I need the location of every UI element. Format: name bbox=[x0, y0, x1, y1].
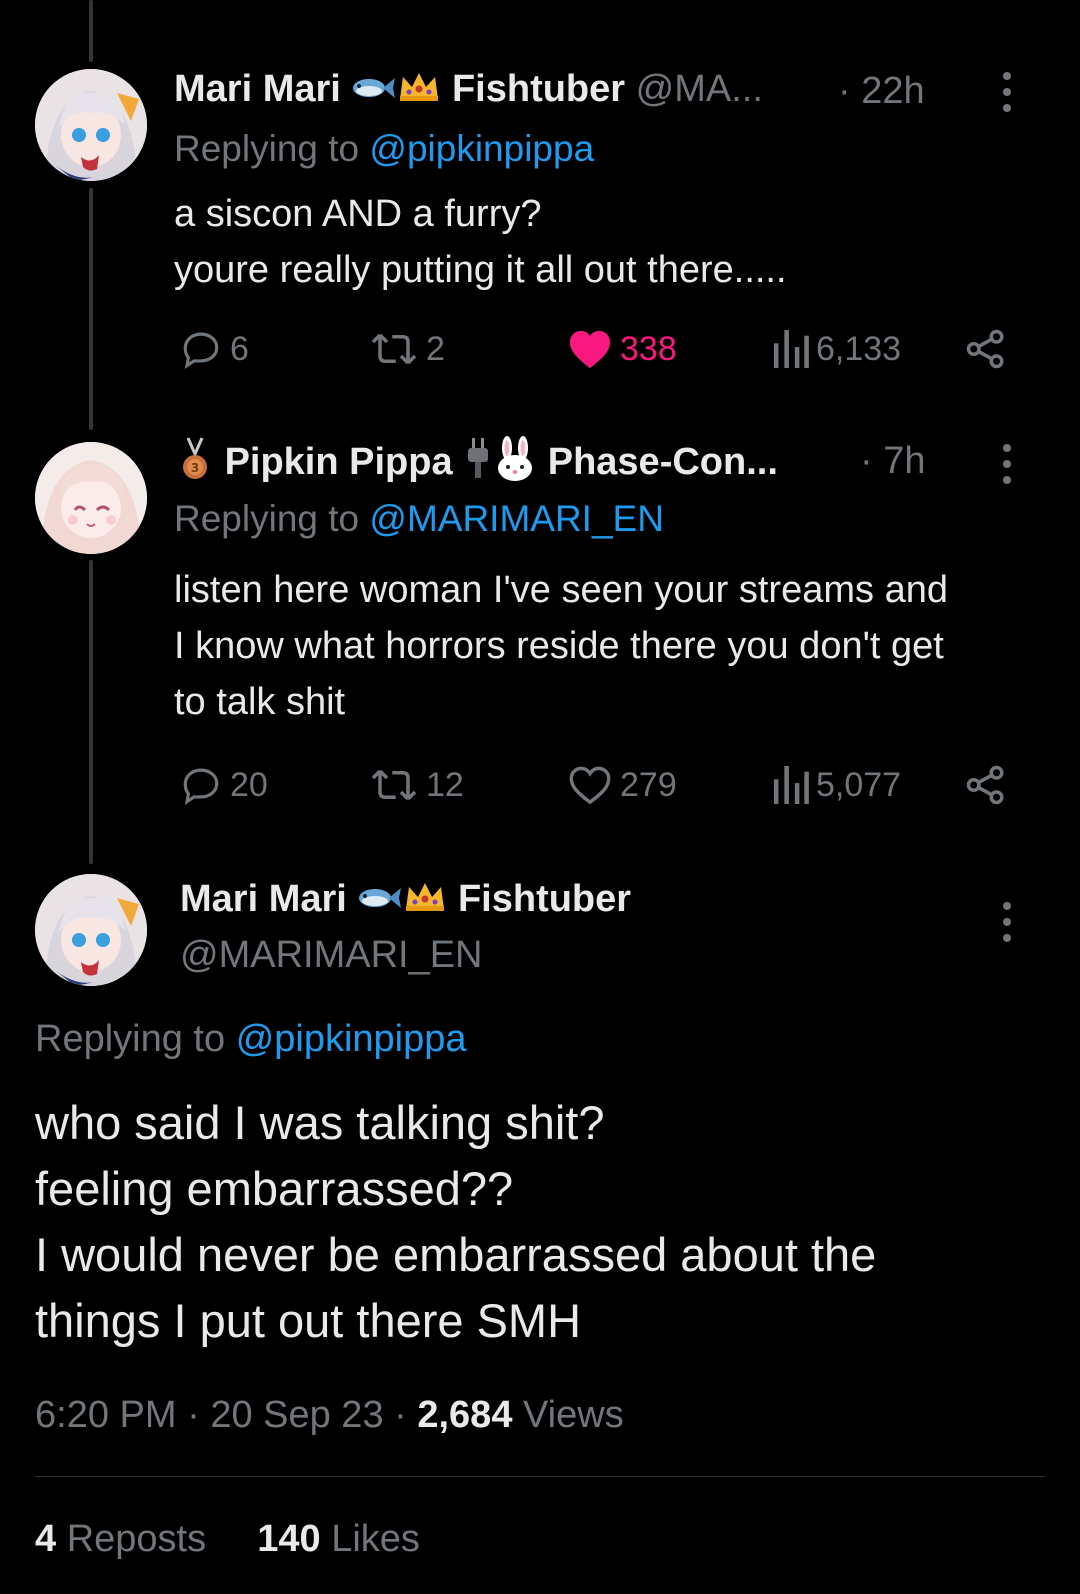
avatar[interactable] bbox=[35, 69, 147, 181]
avatar-image bbox=[35, 874, 147, 986]
heart-filled-icon bbox=[569, 330, 611, 369]
like-count: 338 bbox=[620, 329, 677, 368]
thread-line-1 bbox=[89, 188, 93, 430]
rabbit-icon bbox=[493, 436, 537, 492]
views-icon bbox=[773, 330, 809, 368]
replying-prefix: Replying to bbox=[174, 128, 360, 169]
share-button[interactable] bbox=[964, 328, 1008, 370]
thread-line-2 bbox=[89, 560, 93, 864]
post-time[interactable]: 6:20 PM bbox=[35, 1394, 177, 1436]
main-author[interactable]: Mari Mari Fishtuber bbox=[180, 878, 631, 923]
replying-prefix: Replying to bbox=[35, 1018, 226, 1060]
tweet-text-line: youre really putting it all out there...… bbox=[174, 249, 787, 291]
reposts-stat[interactable]: 4 Reposts bbox=[35, 1518, 217, 1560]
likes-count: 140 bbox=[257, 1518, 321, 1560]
reply-button[interactable]: 6 bbox=[178, 328, 249, 370]
display-name[interactable]: Mari Mari bbox=[174, 68, 341, 110]
tweet-text-line: listen here woman I've seen your streams… bbox=[174, 569, 948, 611]
mention-link[interactable]: @pipkinpippa bbox=[236, 1018, 467, 1060]
medal-icon: 3 bbox=[176, 436, 214, 492]
share-icon bbox=[966, 765, 1004, 805]
tweet-text-line: I would never be embarrassed about the bbox=[35, 1228, 877, 1281]
tweet-text-line: who said I was talking shit? bbox=[35, 1096, 605, 1149]
handle[interactable]: @MARIMARI_EN bbox=[180, 934, 483, 977]
thread-line-top bbox=[89, 0, 93, 62]
reply-icon bbox=[183, 332, 219, 370]
views-count: 2,684 bbox=[417, 1394, 513, 1436]
svg-text:3: 3 bbox=[191, 461, 199, 475]
tweet-text: listen here woman I've seen your streams… bbox=[174, 562, 948, 730]
more-options-icon[interactable] bbox=[1000, 444, 1014, 484]
post-date[interactable]: 20 Sep 23 bbox=[210, 1394, 383, 1436]
display-name[interactable]: Pipkin Pippa bbox=[225, 441, 453, 483]
replying-to: Replying to @pipkinpippa bbox=[174, 128, 594, 170]
tweet-text-line: feeling embarrassed?? bbox=[35, 1162, 514, 1215]
plug-icon bbox=[463, 436, 493, 492]
views-button[interactable]: 5,077 bbox=[772, 764, 901, 806]
repost-count: 12 bbox=[426, 765, 464, 804]
tweet-text-line: things I put out there SMH bbox=[35, 1294, 582, 1347]
replying-to: Replying to @pipkinpippa bbox=[35, 1018, 467, 1061]
more-options-icon[interactable] bbox=[1000, 902, 1014, 942]
tweet-text: a siscon AND a furry? youre really putti… bbox=[174, 186, 787, 298]
views-button[interactable]: 6,133 bbox=[772, 328, 901, 370]
name-suffix[interactable]: Phase-Con... bbox=[548, 441, 778, 483]
fish-icon bbox=[357, 879, 403, 922]
tweet-2-author[interactable]: 3 Pipkin Pippa Phase-Con... bbox=[176, 436, 778, 492]
views-icon bbox=[773, 766, 809, 804]
tweet-1-author[interactable]: Mari Mari Fishtuber @MA... bbox=[174, 68, 763, 113]
repost-button[interactable]: 2 bbox=[368, 328, 445, 370]
reply-icon bbox=[183, 768, 219, 806]
tweet-text-line: I know what horrors reside there you don… bbox=[174, 625, 944, 667]
handle[interactable]: @MA... bbox=[636, 68, 763, 110]
divider bbox=[35, 1476, 1045, 1477]
crown-icon bbox=[403, 879, 447, 923]
avatar-image bbox=[35, 69, 147, 181]
engagement-summary: 4 Reposts 140 Likes bbox=[35, 1518, 420, 1561]
tweet-text-line: a siscon AND a furry? bbox=[174, 193, 542, 235]
timestamp[interactable]: · 7h bbox=[860, 440, 925, 483]
more-options-icon[interactable] bbox=[1000, 72, 1014, 112]
replying-to: Replying to @MARIMARI_EN bbox=[174, 498, 664, 540]
views-label: Views bbox=[523, 1394, 624, 1436]
repost-icon bbox=[371, 333, 417, 365]
reply-button[interactable]: 20 bbox=[178, 764, 268, 806]
tweet-text-line: to talk shit bbox=[174, 681, 346, 723]
share-button[interactable] bbox=[964, 764, 1008, 806]
reposts-count: 4 bbox=[35, 1518, 57, 1560]
avatar[interactable] bbox=[35, 874, 147, 986]
repost-button[interactable]: 12 bbox=[368, 764, 464, 806]
tweet-meta: 6:20 PM · 20 Sep 23 · 2,684 Views bbox=[35, 1394, 624, 1436]
heart-icon bbox=[569, 766, 611, 805]
reply-count: 20 bbox=[230, 765, 268, 804]
reposts-label: Reposts bbox=[66, 1518, 207, 1560]
avatar-image bbox=[35, 442, 147, 554]
tweet-text: who said I was talking shit? feeling emb… bbox=[35, 1090, 876, 1354]
mention-link[interactable]: @MARIMARI_EN bbox=[369, 498, 664, 539]
display-name[interactable]: Mari Mari bbox=[180, 878, 347, 920]
reply-count: 6 bbox=[230, 329, 249, 368]
mention-link[interactable]: @pipkinpippa bbox=[369, 128, 594, 169]
like-count: 279 bbox=[620, 765, 677, 804]
fish-icon bbox=[351, 69, 397, 112]
name-suffix[interactable]: Fishtuber bbox=[458, 878, 631, 920]
crown-icon bbox=[397, 69, 441, 113]
replying-prefix: Replying to bbox=[174, 498, 360, 539]
likes-stat[interactable]: 140 Likes bbox=[257, 1518, 420, 1560]
views-count: 5,077 bbox=[816, 765, 902, 804]
like-button[interactable]: 279 bbox=[566, 764, 677, 806]
repost-count: 2 bbox=[426, 329, 445, 368]
likes-label: Likes bbox=[331, 1518, 420, 1560]
timestamp[interactable]: · 22h bbox=[838, 70, 925, 113]
views-count: 6,133 bbox=[816, 329, 902, 368]
share-icon bbox=[966, 329, 1004, 369]
avatar[interactable] bbox=[35, 442, 147, 554]
name-suffix[interactable]: Fishtuber bbox=[452, 68, 625, 110]
like-button[interactable]: 338 bbox=[566, 328, 677, 370]
repost-icon bbox=[371, 769, 417, 801]
